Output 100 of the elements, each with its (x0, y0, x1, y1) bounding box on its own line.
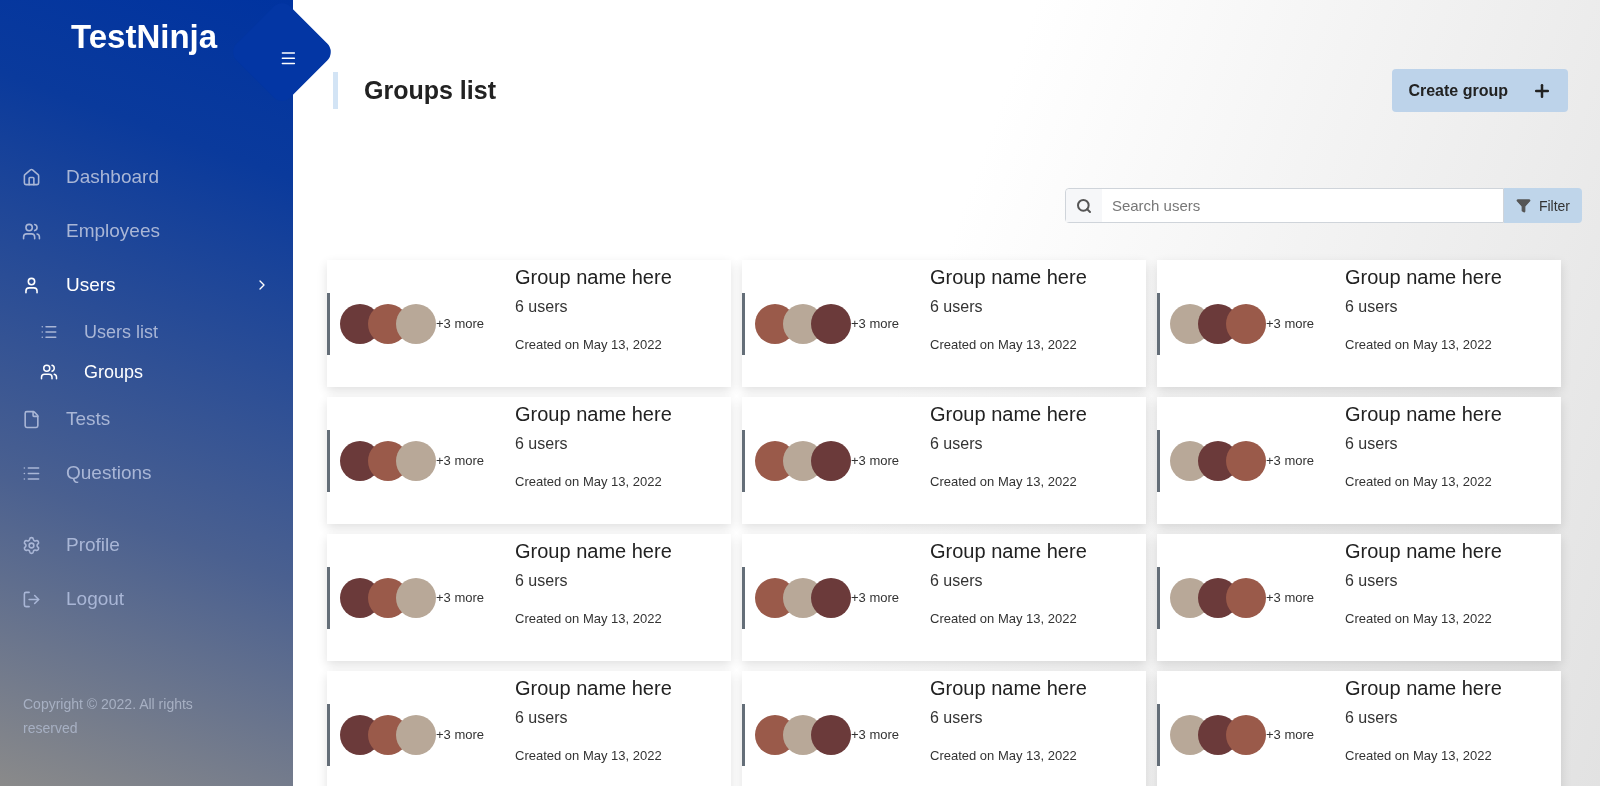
nav-item[interactable]: Users (0, 258, 270, 312)
people-icon (40, 363, 58, 381)
person-icon (22, 275, 41, 295)
avatar-placeholder (811, 440, 851, 481)
group-name: Group name here (1345, 266, 1502, 289)
nav-item[interactable]: Employees (0, 204, 270, 258)
group-card[interactable]: +3 more Group name here 6 users Created on May 13, 2022 (742, 534, 1146, 661)
created-date: Created on May 13, 2022 (1345, 337, 1493, 352)
group-name: Group name here (930, 403, 1087, 426)
people-icon (22, 221, 41, 241)
avatar-placeholder (811, 303, 851, 344)
settings-icon (22, 535, 41, 555)
logout-icon (22, 589, 41, 609)
avatar-placeholder (396, 577, 436, 618)
more-count: +3 more (436, 316, 485, 331)
created-date: Created on May 13, 2022 (930, 748, 1078, 763)
more-count: +3 more (851, 727, 900, 742)
more-count: +3 more (851, 316, 900, 331)
avatar-placeholder (396, 440, 436, 481)
group-name: Group name here (1345, 677, 1502, 700)
accent-bar (742, 292, 745, 355)
created-date: Created on May 13, 2022 (515, 474, 663, 489)
group-card[interactable]: +3 more Group name here 6 users Created on May 13, 2022 (742, 671, 1146, 786)
created-date: Created on May 13, 2022 (515, 611, 663, 626)
group-name: Group name here (515, 540, 672, 563)
group-name: Group name here (515, 403, 672, 426)
user-count: 6 users (1345, 298, 1399, 316)
user-count: 6 users (515, 709, 569, 727)
more-count: +3 more (1266, 316, 1315, 331)
more-count: +3 more (851, 453, 900, 468)
accent-bar (1157, 429, 1160, 492)
created-date: Created on May 13, 2022 (930, 337, 1078, 352)
copyright-text: Copyright © 2022. All rights reserved (23, 695, 194, 738)
accent-bar (327, 703, 330, 766)
file-icon (22, 409, 41, 429)
created-date: Created on May 13, 2022 (515, 337, 663, 352)
user-count: 6 users (515, 298, 569, 316)
created-date: Created on May 13, 2022 (1345, 474, 1493, 489)
created-date: Created on May 13, 2022 (1345, 611, 1493, 626)
accent-bar (1157, 703, 1160, 766)
group-card[interactable]: +3 more Group name here 6 users Created on May 13, 2022 (1157, 671, 1561, 786)
list-icon (40, 323, 58, 341)
filter-button[interactable]: Filter (1503, 188, 1582, 223)
more-count: +3 more (436, 727, 485, 742)
search-icon (1065, 189, 1102, 222)
group-name: Group name here (930, 266, 1087, 289)
group-name: Group name here (930, 677, 1087, 700)
more-count: +3 more (851, 590, 900, 605)
accent-bar (1157, 566, 1160, 629)
nav-item[interactable]: Groups (0, 352, 200, 392)
user-count: 6 users (930, 435, 984, 453)
group-card[interactable]: +3 more Group name here 6 users Created on May 13, 2022 (1157, 260, 1561, 387)
accent-bar (327, 566, 330, 629)
more-count: +3 more (1266, 590, 1315, 605)
created-date: Created on May 13, 2022 (930, 474, 1078, 489)
create-group-button[interactable]: Create group (1392, 69, 1568, 112)
search-field[interactable]: Search users (1064, 188, 1504, 223)
page-title: Groups list (333, 72, 496, 109)
avatar-placeholder (1226, 714, 1266, 755)
avatar-placeholder (396, 714, 436, 755)
avatar-placeholder (811, 714, 851, 755)
accent-bar (742, 566, 745, 629)
accent-bar (327, 292, 330, 355)
filter-icon (1515, 198, 1531, 213)
avatar-placeholder (1226, 440, 1266, 481)
accent-bar (1157, 292, 1160, 355)
avatar-placeholder (1226, 577, 1266, 618)
home-icon (22, 167, 41, 187)
more-count: +3 more (1266, 727, 1315, 742)
group-card[interactable]: +3 more Group name here 6 users Created on May 13, 2022 (327, 534, 731, 661)
group-card[interactable]: +3 more Group name here 6 users Created on May 13, 2022 (1157, 397, 1561, 524)
avatar-placeholder (1226, 303, 1266, 344)
group-name: Group name here (515, 266, 672, 289)
created-date: Created on May 13, 2022 (1345, 748, 1493, 763)
accent-bar (742, 703, 745, 766)
nav-item[interactable]: Dashboard (0, 150, 270, 204)
user-count: 6 users (930, 572, 984, 590)
group-card[interactable]: +3 more Group name here 6 users Created on May 13, 2022 (742, 397, 1146, 524)
user-count: 6 users (930, 298, 984, 316)
group-card[interactable]: +3 more Group name here 6 users Created on May 13, 2022 (327, 397, 731, 524)
user-count: 6 users (930, 709, 984, 727)
user-count: 6 users (1345, 435, 1399, 453)
created-date: Created on May 13, 2022 (515, 748, 663, 763)
group-name: Group name here (1345, 403, 1502, 426)
group-card[interactable]: +3 more Group name here 6 users Created on May 13, 2022 (327, 671, 731, 786)
group-card[interactable]: +3 more Group name here 6 users Created on May 13, 2022 (742, 260, 1146, 387)
user-count: 6 users (515, 572, 569, 590)
accent-bar (327, 429, 330, 492)
avatar-placeholder (396, 303, 436, 344)
group-name: Group name here (930, 540, 1087, 563)
logo: TestNinja (71, 18, 218, 57)
group-name: Group name here (515, 677, 672, 700)
more-count: +3 more (436, 453, 485, 468)
more-count: +3 more (1266, 453, 1315, 468)
group-card[interactable]: +3 more Group name here 6 users Created on May 13, 2022 (327, 260, 731, 387)
group-card[interactable]: +3 more Group name here 6 users Created on May 13, 2022 (1157, 534, 1561, 661)
more-count: +3 more (436, 590, 485, 605)
nav-item[interactable]: Users list (0, 312, 200, 352)
accent-bar (742, 429, 745, 492)
user-count: 6 users (515, 435, 569, 453)
